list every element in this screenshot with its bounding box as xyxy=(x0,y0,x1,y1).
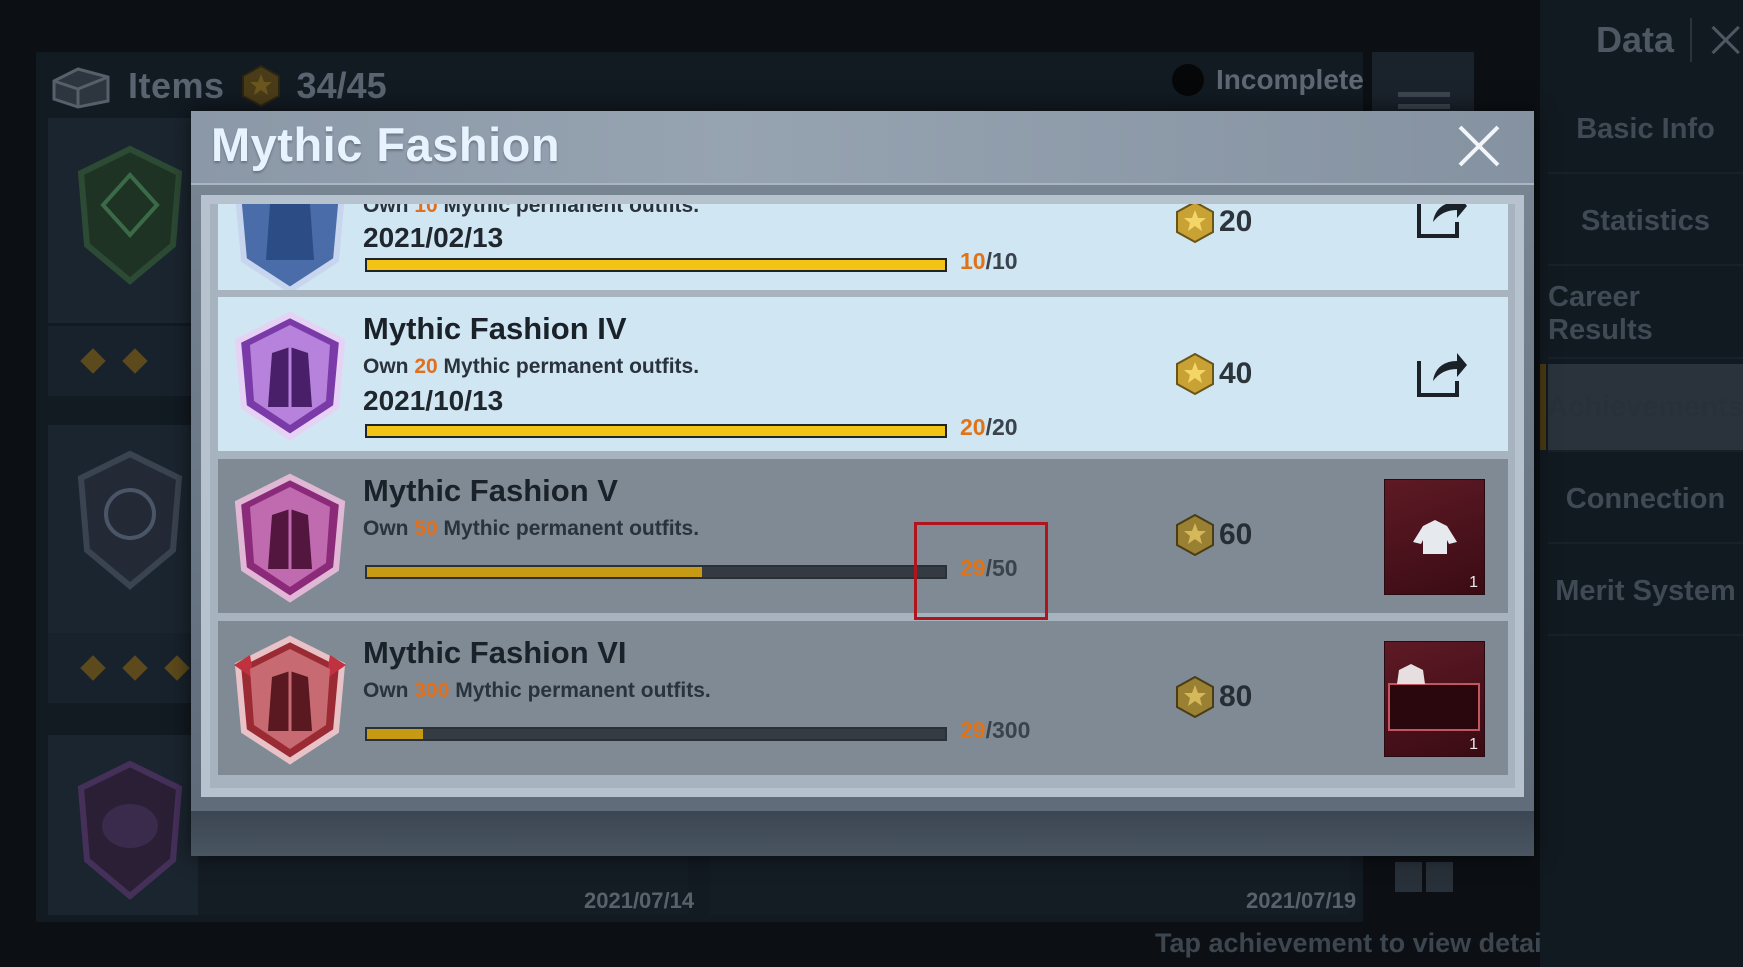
close-icon[interactable] xyxy=(1708,17,1743,63)
achievement-desc: Own 300 Mythic permanent outfits. xyxy=(363,679,711,702)
menu-item-merit-system[interactable]: Merit System xyxy=(1548,548,1743,636)
reward: 60 xyxy=(1173,513,1252,557)
background-badge-icon xyxy=(77,145,183,285)
progress-bar xyxy=(365,565,947,579)
achievement-name: Mythic Fashion VI xyxy=(363,635,627,670)
menu-item-connection[interactable]: Connection xyxy=(1548,456,1743,544)
progress-fill xyxy=(367,567,703,577)
coin-icon xyxy=(1176,513,1214,557)
achievement-row[interactable]: Mythic Fashion IV Own 20 Mythic permanen… xyxy=(218,297,1508,451)
background-title: Items xyxy=(128,65,225,106)
reward-amount: 40 xyxy=(1219,357,1253,390)
progress-text: 29/300 xyxy=(960,717,1031,743)
mythic-badge-icon xyxy=(234,311,346,441)
status-radio-icon xyxy=(1172,64,1204,96)
data-title: Data xyxy=(1596,19,1675,60)
reward-amount: 80 xyxy=(1219,680,1253,713)
menu-item-basic-info[interactable]: Basic Info xyxy=(1548,86,1743,174)
menu-item-achievements[interactable]: Achievements xyxy=(1540,364,1743,452)
menu-item-statistics[interactable]: Statistics xyxy=(1548,178,1743,266)
achievement-list[interactable]: Own 10 Mythic permanent outfits. 2021/02… xyxy=(201,195,1524,797)
progress-fill xyxy=(367,729,424,739)
right-menu-header: Data xyxy=(1540,0,1743,80)
background-badge-icon xyxy=(77,760,183,900)
background-count: 34/45 xyxy=(296,65,387,106)
achievement-name: Mythic Fashion IV xyxy=(363,311,627,346)
modal-footer xyxy=(191,811,1534,856)
coin-icon xyxy=(1176,675,1214,719)
progress-text: 29/50 xyxy=(960,555,1018,581)
reward-item-box[interactable]: 1 xyxy=(1384,641,1485,757)
background-card-date: 2021/07/19 xyxy=(1246,888,1357,913)
progress-fill xyxy=(367,260,945,270)
chest-icon xyxy=(52,67,110,109)
achievement-row[interactable]: Mythic Fashion VI Own 300 Mythic permane… xyxy=(218,621,1508,775)
progress-bar xyxy=(365,727,947,741)
incomplete-filter[interactable]: Incomplete xyxy=(1172,64,1364,96)
mythic-badge-icon xyxy=(234,635,346,765)
share-icon[interactable] xyxy=(1413,195,1469,242)
achievement-name: Mythic Fashion V xyxy=(363,473,618,508)
item-quantity: 1 xyxy=(1469,736,1478,753)
share-icon[interactable] xyxy=(1413,345,1469,401)
achievement-row[interactable]: Mythic Fashion V Own 50 Mythic permanent… xyxy=(218,459,1508,613)
progress-text: 20/20 xyxy=(960,414,1018,440)
achievement-desc: Own 20 Mythic permanent outfits. xyxy=(363,355,700,378)
background-badge-icon xyxy=(77,450,183,590)
achievement-desc: Own 50 Mythic permanent outfits. xyxy=(363,517,700,540)
mythic-fashion-modal: Mythic Fashion Own 10 Mythic permanent o… xyxy=(191,111,1534,856)
achievement-desc: Own 10 Mythic permanent outfits. xyxy=(363,195,700,217)
mythic-badge-icon xyxy=(235,204,345,290)
modal-close-icon[interactable] xyxy=(1454,121,1504,171)
background-header: Items 34/45 xyxy=(48,56,387,116)
progress-text: 10/10 xyxy=(960,248,1018,274)
progress-bar xyxy=(365,258,947,272)
achievement-date: 2021/10/13 xyxy=(363,385,504,416)
reward: 80 xyxy=(1173,675,1252,719)
menu-item-career-results[interactable]: Career Results xyxy=(1548,271,1743,359)
achievement-row[interactable]: Own 10 Mythic permanent outfits. 2021/02… xyxy=(218,195,1508,290)
footer-hint: Tap achievement to view details. xyxy=(1155,928,1572,958)
progress-bar xyxy=(365,424,947,438)
mythic-badge-icon xyxy=(234,473,346,603)
reward: 20 xyxy=(1173,204,1253,244)
coin-icon xyxy=(1176,204,1214,244)
status-label: Incomplete xyxy=(1216,64,1364,95)
progress-fill xyxy=(367,426,945,436)
modal-header: Mythic Fashion xyxy=(191,111,1534,185)
coin-icon xyxy=(1176,352,1214,396)
grid-view-icon[interactable] xyxy=(1395,862,1453,892)
reward-item-box[interactable]: 1 xyxy=(1384,479,1485,595)
modal-title: Mythic Fashion xyxy=(211,118,561,171)
reward-amount: 20 xyxy=(1219,205,1253,238)
reward: 40 xyxy=(1173,352,1252,396)
reward-amount: 60 xyxy=(1219,518,1253,551)
background-card-date: 2021/07/14 xyxy=(584,888,695,913)
item-quantity: 1 xyxy=(1469,574,1478,591)
achievement-date: 2021/02/13 xyxy=(363,222,504,253)
coin-icon xyxy=(241,64,280,108)
